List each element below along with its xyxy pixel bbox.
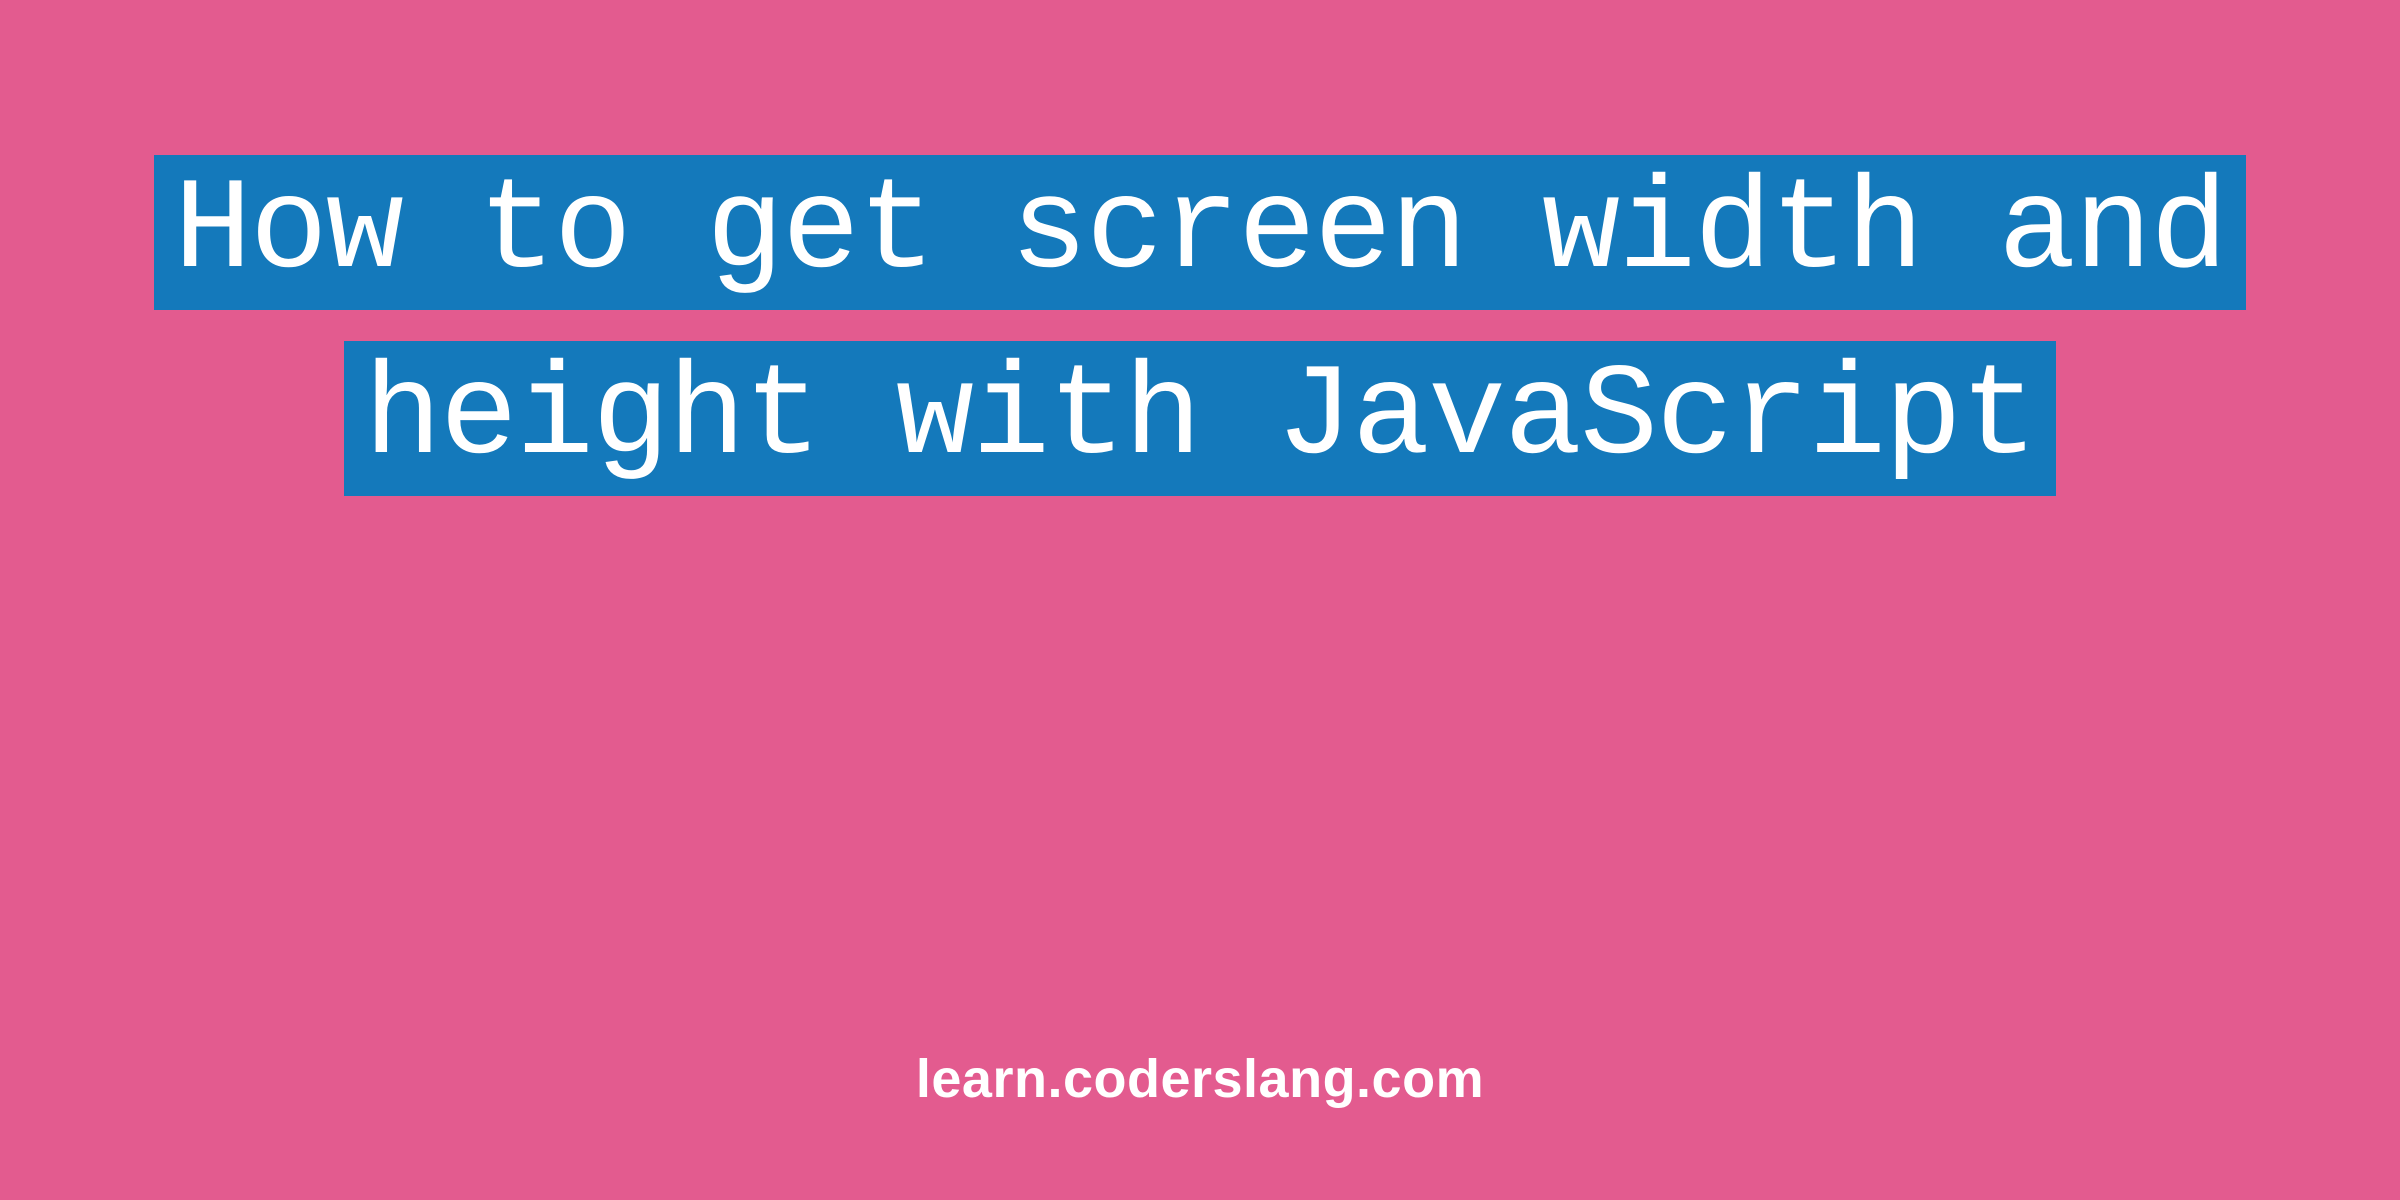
title-container: How to get screen width and height with … [0,140,2400,512]
article-title: How to get screen width and height with … [154,155,2246,496]
site-url: learn.coderslang.com [916,1049,1484,1109]
footer: learn.coderslang.com [0,1048,2400,1110]
